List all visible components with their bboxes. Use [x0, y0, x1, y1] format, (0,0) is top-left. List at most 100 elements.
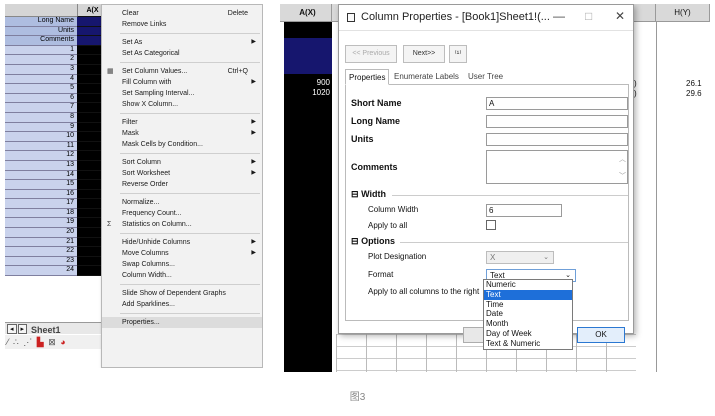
- ok-button[interactable]: OK: [577, 327, 625, 343]
- row-number[interactable]: 10: [5, 132, 77, 142]
- row-number[interactable]: 7: [5, 103, 77, 113]
- format-option[interactable]: Date: [484, 309, 572, 319]
- row-number[interactable]: 4: [5, 74, 77, 85]
- menu-item-properties[interactable]: Properties...: [102, 317, 262, 328]
- menu-item-swap-columns[interactable]: Swap Columns...: [102, 259, 262, 270]
- cell-a2[interactable]: 1020: [282, 88, 330, 97]
- line-icon[interactable]: ⁄: [7, 337, 10, 347]
- column-width-input[interactable]: 6: [486, 204, 562, 217]
- options-section-header[interactable]: ⊟ Options: [351, 236, 395, 247]
- width-section-label: Width: [361, 189, 386, 199]
- row-number[interactable]: 13: [5, 160, 77, 171]
- collapse-icon[interactable]: ⊟: [351, 189, 359, 199]
- width-section-header[interactable]: ⊟ Width: [351, 189, 386, 200]
- menu-item-mask-cells-by-condition[interactable]: Mask Cells by Condition...: [102, 139, 262, 150]
- comments-textarea[interactable]: [486, 150, 628, 184]
- menu-item-add-sparklines[interactable]: Add Sparklines...: [102, 299, 262, 310]
- menu-item-reverse-order[interactable]: Reverse Order: [102, 179, 262, 190]
- row-number[interactable]: 20: [5, 228, 77, 238]
- menu-item-set-as[interactable]: Set As ▶: [102, 37, 262, 48]
- row-number[interactable]: 24: [5, 266, 77, 277]
- menu-item-column-width[interactable]: Column Width...: [102, 270, 262, 281]
- select-all-corner[interactable]: [5, 4, 77, 17]
- row-number[interactable]: 9: [5, 122, 77, 133]
- cell-h2[interactable]: 29.6: [686, 89, 702, 98]
- row-number[interactable]: 1: [5, 45, 77, 56]
- row-number[interactable]: 14: [5, 170, 77, 181]
- menu-item-normalize[interactable]: Normalize...: [102, 197, 262, 208]
- apply-to-all-checkbox[interactable]: [486, 220, 496, 230]
- line-symbol-icon[interactable]: ⋰: [23, 337, 33, 347]
- menu-item-fill-column-with[interactable]: Fill Column with ▶: [102, 77, 262, 88]
- menu-item-clear[interactable]: Clear Delete: [102, 8, 262, 19]
- short-name-input[interactable]: A: [486, 97, 628, 110]
- cell-h1[interactable]: 26.1: [686, 79, 702, 88]
- scroll-right-icon[interactable]: ▸: [17, 324, 28, 334]
- tab-user-tree[interactable]: User Tree: [465, 69, 506, 85]
- format-option[interactable]: Month: [484, 319, 572, 329]
- format-option[interactable]: Text: [484, 289, 572, 300]
- menu-separator: [120, 193, 260, 194]
- row-number[interactable]: 6: [5, 93, 77, 104]
- column-h-header[interactable]: H(Y): [656, 4, 710, 22]
- menu-item-sort-worksheet[interactable]: Sort Worksheet ▶: [102, 168, 262, 179]
- row-number[interactable]: 8: [5, 112, 77, 123]
- menu-item-move-columns[interactable]: Move Columns ▶: [102, 248, 262, 259]
- menu-item-set-column-values[interactable]: ▦ Set Column Values... Ctrl+Q: [102, 66, 262, 77]
- collapse-icon[interactable]: ⊟: [351, 236, 359, 246]
- cell-a1[interactable]: 900: [282, 78, 330, 87]
- row-label-header[interactable]: Long Name: [5, 17, 77, 27]
- menu-item-remove-links[interactable]: Remove Links: [102, 19, 262, 30]
- row-number[interactable]: 2: [5, 55, 77, 65]
- row-number[interactable]: 5: [5, 84, 77, 94]
- units-input[interactable]: [486, 133, 628, 146]
- tab-properties[interactable]: Properties: [345, 69, 390, 85]
- row-label-header[interactable]: Units: [5, 26, 77, 37]
- scroll-down-icon[interactable]: ﹀: [619, 171, 626, 181]
- scatter-icon[interactable]: ∴: [13, 337, 20, 347]
- format-option[interactable]: Time: [484, 300, 572, 310]
- menu-item-set-sampling-interval[interactable]: Set Sampling Interval...: [102, 88, 262, 99]
- tab-enumerate-labels[interactable]: Enumerate Labels: [391, 69, 462, 85]
- menu-item-frequency-count[interactable]: Frequency Count...: [102, 208, 262, 219]
- row-number[interactable]: 15: [5, 180, 77, 190]
- row-number[interactable]: 21: [5, 237, 77, 248]
- row-number[interactable]: 16: [5, 189, 77, 200]
- menu-item-set-as-categorical[interactable]: Set As Categorical: [102, 48, 262, 59]
- scroll-left-icon[interactable]: ◂: [7, 324, 17, 334]
- row-number[interactable]: 17: [5, 199, 77, 209]
- menu-item-slide-show-of-dependent-graphs[interactable]: Slide Show of Dependent Graphs: [102, 288, 262, 299]
- menu-item-mask[interactable]: Mask ▶: [102, 128, 262, 139]
- worksheet-icon[interactable]: ⁽¹⁾: [449, 45, 467, 63]
- format-option[interactable]: Day of Week: [484, 329, 572, 339]
- row-number[interactable]: 3: [5, 64, 77, 75]
- next-button[interactable]: Next>>: [403, 45, 445, 63]
- column-a-header[interactable]: A(X): [284, 4, 332, 22]
- box-chart-icon[interactable]: ⊠: [48, 337, 57, 347]
- menu-item-statistics-on-column[interactable]: Σ Statistics on Column...: [102, 219, 262, 230]
- menu-item-hide-unhide-columns[interactable]: Hide/Unhide Columns ▶: [102, 237, 262, 248]
- column-g-header[interactable]: [632, 4, 656, 22]
- plot-designation-select[interactable]: X ⌄: [486, 251, 554, 264]
- menu-item-show-x-column[interactable]: Show X Column...: [102, 99, 262, 110]
- row-number[interactable]: 22: [5, 247, 77, 257]
- row-number[interactable]: 19: [5, 218, 77, 229]
- previous-button[interactable]: << Previous: [345, 45, 397, 63]
- row-number[interactable]: 11: [5, 141, 77, 152]
- column-chart-icon[interactable]: ▙: [37, 337, 45, 347]
- maximize-button[interactable]: □: [585, 9, 592, 23]
- row-number[interactable]: 23: [5, 256, 77, 267]
- menu-separator: [120, 153, 260, 154]
- pie-chart-icon[interactable]: ◕: [60, 337, 66, 347]
- menu-item-filter[interactable]: Filter ▶: [102, 117, 262, 128]
- format-option[interactable]: Text & Numeric: [484, 339, 572, 349]
- row-number[interactable]: 18: [5, 208, 77, 219]
- long-name-input[interactable]: [486, 115, 628, 128]
- row-label-header[interactable]: Comments: [5, 36, 77, 46]
- minimize-button[interactable]: —: [553, 9, 565, 23]
- scroll-up-icon[interactable]: ︿: [619, 154, 626, 164]
- row-number[interactable]: 12: [5, 151, 77, 161]
- menu-item-sort-column[interactable]: Sort Column ▶: [102, 157, 262, 168]
- close-button[interactable]: ✕: [615, 9, 625, 23]
- format-option[interactable]: Numeric: [484, 280, 572, 290]
